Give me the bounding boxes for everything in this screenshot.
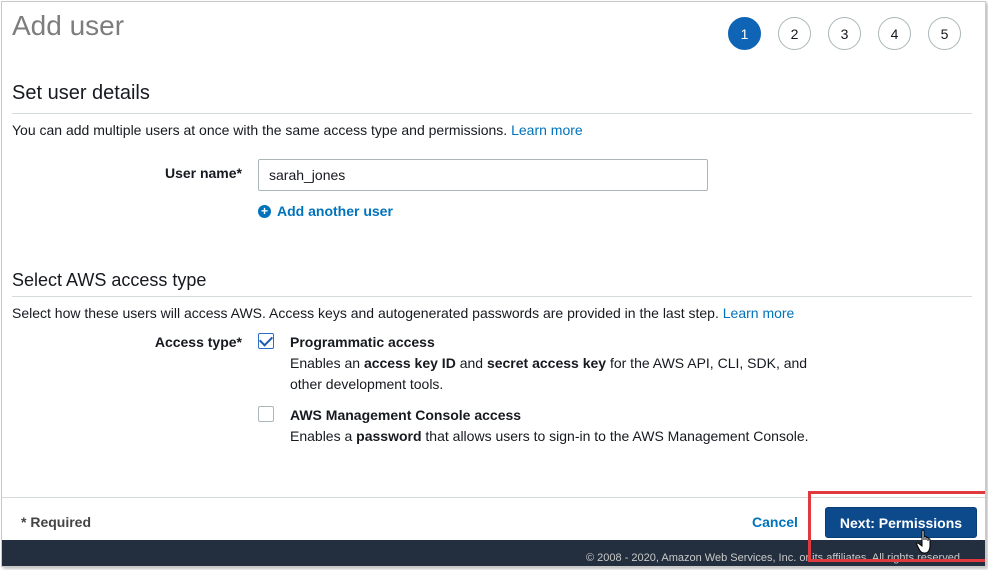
- cancel-button[interactable]: Cancel: [752, 514, 798, 530]
- step-2[interactable]: 2: [778, 17, 811, 50]
- step-1[interactable]: 1: [728, 17, 761, 50]
- highlight-box: [808, 491, 985, 562]
- desc-text: and: [455, 355, 487, 371]
- step-4[interactable]: 4: [878, 17, 911, 50]
- learn-more-link[interactable]: Learn more: [511, 122, 583, 138]
- user-details-heading: Set user details: [12, 82, 150, 104]
- user-name-input[interactable]: [258, 159, 708, 191]
- step-3[interactable]: 3: [828, 17, 861, 50]
- desc-text: that allows users to sign-in to the AWS …: [421, 428, 809, 444]
- desc-text: Enables a: [290, 428, 357, 444]
- required-note: * Required: [21, 514, 92, 530]
- add-user-window: Add user 1 2 3 4 5 Set user details You …: [1, 1, 986, 567]
- console-access-checkbox[interactable]: [258, 406, 274, 422]
- user-name-label: User name*: [164, 165, 242, 181]
- section-divider: [12, 296, 972, 297]
- step-5[interactable]: 5: [928, 17, 961, 50]
- access-type-heading: Select AWS access type: [12, 270, 207, 290]
- desc-bold: password: [356, 428, 422, 444]
- desc-bold: secret access key: [486, 355, 607, 371]
- console-access-title: AWS Management Console access: [290, 407, 522, 423]
- learn-more-link[interactable]: Learn more: [723, 305, 795, 321]
- console-access-option: AWS Management Console access Enables a …: [290, 405, 830, 447]
- programmatic-access-description: Enables an access key ID and secret acce…: [290, 353, 830, 395]
- plus-circle-icon: +: [258, 204, 271, 218]
- access-type-description: Select how these users will access AWS. …: [12, 305, 794, 321]
- user-details-description-text: You can add multiple users at once with …: [12, 122, 508, 138]
- add-another-user-label: Add another user: [277, 203, 393, 219]
- add-another-user-link[interactable]: + Add another user: [258, 203, 393, 219]
- console-access-description: Enables a password that allows users to …: [290, 426, 830, 447]
- hand-cursor-icon: [916, 529, 931, 554]
- desc-text: Enables an: [290, 355, 364, 371]
- programmatic-access-title: Programmatic access: [290, 334, 435, 350]
- user-details-description: You can add multiple users at once with …: [12, 122, 583, 138]
- programmatic-access-option: Programmatic access Enables an access ke…: [290, 332, 830, 395]
- access-type-label: Access type*: [154, 334, 242, 350]
- programmatic-access-checkbox[interactable]: [258, 332, 274, 349]
- page-title: Add user: [12, 10, 125, 41]
- desc-bold: access key ID: [363, 355, 456, 371]
- section-divider: [12, 113, 972, 114]
- checkmark-icon: [258, 332, 274, 347]
- wizard-steps: 1 2 3 4 5: [728, 17, 961, 50]
- access-type-description-text: Select how these users will access AWS. …: [12, 305, 719, 321]
